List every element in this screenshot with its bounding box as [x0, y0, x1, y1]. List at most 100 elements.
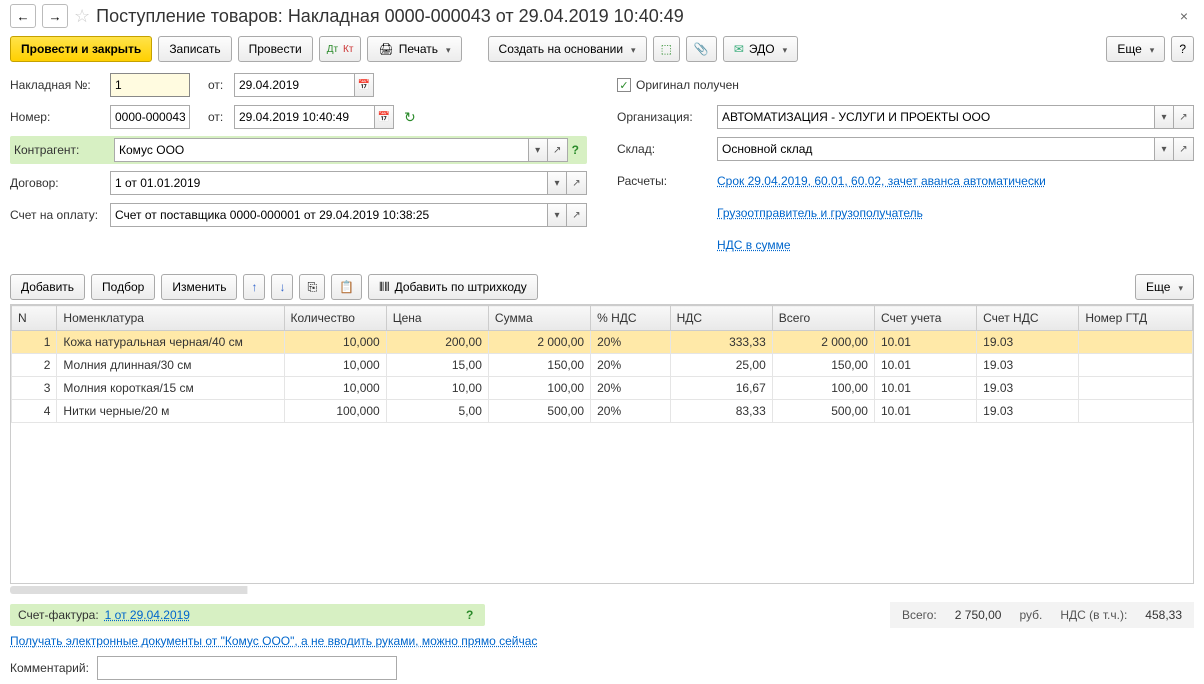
related-docs-button[interactable]: ⬚	[653, 36, 680, 62]
dropdown-icon[interactable]: ▾	[1154, 105, 1174, 129]
currency-label: руб.	[1019, 608, 1042, 622]
column-header[interactable]: N	[12, 306, 57, 331]
invoice-no-label: Накладная №:	[10, 78, 110, 92]
link-icon: ⬚	[661, 42, 672, 56]
counterparty-input[interactable]	[114, 138, 528, 162]
original-received-label: Оригинал получен	[636, 78, 739, 92]
contract-label: Договор:	[10, 176, 110, 190]
table-row[interactable]: 2Молния длинная/30 см10,00015,00150,0020…	[12, 354, 1193, 377]
create-based-button[interactable]: Создать на основании	[488, 36, 647, 62]
column-header[interactable]: Цена	[386, 306, 488, 331]
barcode-button[interactable]: ⦀⦀ Добавить по штрихкоду	[368, 274, 538, 300]
refresh-icon[interactable]: ↻	[404, 109, 416, 126]
close-icon[interactable]: ×	[1174, 8, 1194, 24]
number-date-input[interactable]	[234, 105, 374, 129]
items-table-wrapper: NНоменклатураКоличествоЦенаСумма% НДСНДС…	[10, 304, 1194, 584]
page-title: Поступление товаров: Накладная 0000-0000…	[96, 6, 1168, 27]
forward-button[interactable]: →	[42, 4, 68, 28]
column-header[interactable]: НДС	[670, 306, 772, 331]
from-label: от:	[208, 78, 234, 92]
contract-input[interactable]	[110, 171, 547, 195]
table-row[interactable]: 3Молния короткая/15 см10,00010,00100,002…	[12, 377, 1193, 400]
print-button[interactable]: 🖨 Печать	[367, 36, 461, 62]
column-header[interactable]: Счет учета	[874, 306, 976, 331]
save-button[interactable]: Записать	[158, 36, 231, 62]
org-label: Организация:	[617, 110, 717, 124]
vat-label: НДС (в т.ч.):	[1060, 608, 1127, 622]
table-row[interactable]: 4Нитки черные/20 м100,0005,00500,0020%83…	[12, 400, 1193, 423]
post-close-button[interactable]: Провести и закрыть	[10, 36, 152, 62]
column-header[interactable]: Счет НДС	[977, 306, 1079, 331]
column-header[interactable]: Сумма	[488, 306, 590, 331]
calc-link[interactable]: Срок 29.04.2019, 60.01, 60.02, зачет ава…	[717, 174, 1046, 188]
dropdown-icon[interactable]: ▾	[547, 203, 567, 227]
paperclip-icon: 📎	[694, 42, 709, 56]
open-icon[interactable]: ↗	[1174, 137, 1194, 161]
number-input[interactable]	[110, 105, 190, 129]
vat-value: 458,33	[1145, 608, 1182, 622]
table-row[interactable]: 1Кожа натуральная черная/40 см10,000200,…	[12, 331, 1193, 354]
number-label: Номер:	[10, 110, 110, 124]
invoice-footer-link[interactable]: 1 от 29.04.2019	[105, 608, 190, 622]
open-icon[interactable]: ↗	[548, 138, 568, 162]
paste-button[interactable]: 📋	[331, 274, 362, 300]
edo-button[interactable]: ✉ ЭДО	[723, 36, 798, 62]
dropdown-icon[interactable]: ▾	[1154, 137, 1174, 161]
chevron-down-icon	[628, 42, 636, 56]
favorite-icon[interactable]: ☆	[74, 6, 90, 27]
open-icon[interactable]: ↗	[567, 171, 587, 195]
org-input[interactable]	[717, 105, 1154, 129]
promo-link[interactable]: Получать электронные документы от "Комус…	[10, 634, 537, 648]
calendar-icon[interactable]: 📅	[354, 73, 374, 97]
total-label: Всего:	[902, 608, 937, 622]
chevron-down-icon	[1175, 280, 1183, 294]
comment-label: Комментарий:	[10, 661, 89, 675]
select-items-button[interactable]: Подбор	[91, 274, 155, 300]
counterparty-label: Контрагент:	[14, 143, 114, 157]
help-icon[interactable]: ?	[462, 608, 477, 622]
more-button[interactable]: Еще	[1106, 36, 1165, 62]
chevron-down-icon	[443, 42, 451, 56]
move-up-button[interactable]: ↑	[243, 274, 265, 300]
invoice-footer-label: Счет-фактура:	[18, 608, 99, 622]
column-header[interactable]: Всего	[772, 306, 874, 331]
warehouse-input[interactable]	[717, 137, 1154, 161]
horizontal-scrollbar[interactable]	[10, 586, 1194, 594]
open-icon[interactable]: ↗	[1174, 105, 1194, 129]
shipper-link[interactable]: Грузоотправитель и грузополучатель	[717, 206, 923, 220]
comment-input[interactable]	[97, 656, 397, 680]
column-header[interactable]: % НДС	[591, 306, 670, 331]
column-header[interactable]: Количество	[284, 306, 386, 331]
copy-button[interactable]: ⎘	[299, 274, 325, 300]
paste-icon: 📋	[339, 280, 354, 294]
send-icon: ✉	[734, 42, 744, 56]
chevron-down-icon	[1147, 42, 1155, 56]
dropdown-icon[interactable]: ▾	[528, 138, 548, 162]
edit-row-button[interactable]: Изменить	[161, 274, 237, 300]
vat-link[interactable]: НДС в сумме	[717, 238, 791, 252]
post-button[interactable]: Провести	[238, 36, 313, 62]
table-more-button[interactable]: Еще	[1135, 274, 1194, 300]
invoice-date-input[interactable]	[234, 73, 354, 97]
debit-credit-button[interactable]: ДтКт	[319, 36, 362, 62]
original-received-checkbox[interactable]: ✓	[617, 78, 631, 92]
dropdown-icon[interactable]: ▾	[547, 171, 567, 195]
help-icon[interactable]: ?	[568, 143, 583, 157]
account-input[interactable]	[110, 203, 547, 227]
items-table[interactable]: NНоменклатураКоличествоЦенаСумма% НДСНДС…	[11, 305, 1193, 423]
chevron-down-icon	[780, 42, 788, 56]
copy-icon: ⎘	[307, 280, 317, 295]
back-button[interactable]: ←	[10, 4, 36, 28]
move-down-button[interactable]: ↓	[271, 274, 293, 300]
open-icon[interactable]: ↗	[567, 203, 587, 227]
column-header[interactable]: Номер ГТД	[1079, 306, 1193, 331]
invoice-no-input[interactable]	[110, 73, 190, 97]
help-button[interactable]: ?	[1171, 36, 1194, 62]
calendar-icon[interactable]: 📅	[374, 105, 394, 129]
barcode-icon: ⦀⦀	[379, 280, 390, 295]
warehouse-label: Склад:	[617, 142, 717, 156]
column-header[interactable]: Номенклатура	[57, 306, 284, 331]
attach-button[interactable]: 📎	[686, 36, 717, 62]
total-value: 2 750,00	[955, 608, 1002, 622]
add-row-button[interactable]: Добавить	[10, 274, 85, 300]
